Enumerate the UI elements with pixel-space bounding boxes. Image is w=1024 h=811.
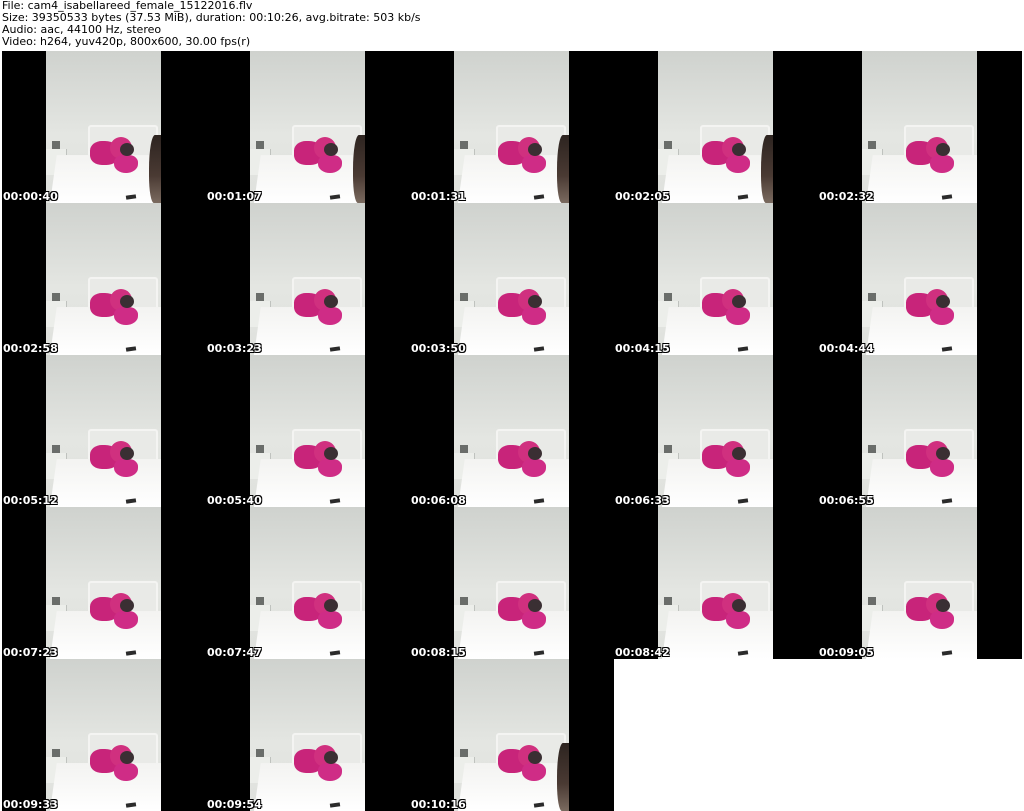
- timestamp-label: 00:09:54: [207, 798, 262, 811]
- thumbnail-frame: 00:02:58: [2, 203, 206, 355]
- timestamp-label: 00:05:12: [3, 494, 58, 507]
- timestamp-label: 00:06:33: [615, 494, 670, 507]
- thumbnail-frame: 00:09:54: [206, 659, 410, 811]
- video-frame-image: [454, 507, 569, 659]
- timestamp-label: 00:10:16: [411, 798, 466, 811]
- video-frame-image: [250, 203, 365, 355]
- timestamp-label: 00:02:05: [615, 190, 670, 203]
- thumbnail-frame: 00:09:33: [2, 659, 206, 811]
- video-frame-image: [250, 507, 365, 659]
- thumbnail-frame: 00:00:40: [2, 51, 206, 203]
- timestamp-label: 00:01:07: [207, 190, 262, 203]
- video-frame-image: [46, 355, 161, 507]
- timestamp-label: 00:06:55: [819, 494, 874, 507]
- thumbnail-frame: 00:02:05: [614, 51, 818, 203]
- thumbnail-frame: 00:06:55: [818, 355, 1022, 507]
- video-frame-image: [658, 507, 773, 659]
- thumbnail-frame: 00:03:50: [410, 203, 614, 355]
- timestamp-label: 00:00:40: [3, 190, 58, 203]
- timestamp-label: 00:08:42: [615, 646, 670, 659]
- empty-cell: [614, 659, 818, 811]
- video-frame-image: [862, 355, 977, 507]
- timestamp-label: 00:02:58: [3, 342, 58, 355]
- thumbnail-frame: 00:05:40: [206, 355, 410, 507]
- thumbnail-frame: 00:07:47: [206, 507, 410, 659]
- video-frame-image: [658, 51, 773, 203]
- thumbnail-frame: 00:03:23: [206, 203, 410, 355]
- empty-cell: [818, 659, 1022, 811]
- thumbnail-frame: 00:08:42: [614, 507, 818, 659]
- video-frame-image: [862, 203, 977, 355]
- video-frame-image: [454, 51, 569, 203]
- timestamp-label: 00:01:31: [411, 190, 466, 203]
- video-frame-image: [250, 659, 365, 811]
- thumbnail-grid: 00:00:40 00:01:07 00:01:31 00:02:05 00:02:32…: [2, 51, 1022, 811]
- thumbnail-frame: 00:06:33: [614, 355, 818, 507]
- thumbnail-frame: 00:02:32: [818, 51, 1022, 203]
- thumbnail-frame: 00:05:12: [2, 355, 206, 507]
- video-frame-image: [658, 355, 773, 507]
- thumbnail-frame: 00:01:31: [410, 51, 614, 203]
- timestamp-label: 00:08:15: [411, 646, 466, 659]
- video-frame-image: [454, 355, 569, 507]
- video-frame-image: [46, 203, 161, 355]
- video-frame-image: [454, 203, 569, 355]
- timestamp-label: 00:04:44: [819, 342, 874, 355]
- timestamp-label: 00:07:23: [3, 646, 58, 659]
- video-frame-image: [454, 659, 569, 811]
- video-frame-image: [862, 51, 977, 203]
- thumbnail-frame: 00:07:23: [2, 507, 206, 659]
- thumbnail-frame: 00:04:15: [614, 203, 818, 355]
- timestamp-label: 00:07:47: [207, 646, 262, 659]
- video-frame-image: [658, 203, 773, 355]
- timestamp-label: 00:09:05: [819, 646, 874, 659]
- video-frame-image: [46, 51, 161, 203]
- video-info-line: Video: h264, yuv420p, 800x600, 30.00 fps…: [2, 35, 251, 48]
- timestamp-label: 00:04:15: [615, 342, 670, 355]
- timestamp-label: 00:09:33: [3, 798, 58, 811]
- file-info-header: File: cam4_isabellareed_female_15122016.…: [2, 0, 1022, 50]
- thumbnail-frame: 00:10:16: [410, 659, 614, 811]
- thumbnail-frame: 00:04:44: [818, 203, 1022, 355]
- thumbnail-frame: 00:08:15: [410, 507, 614, 659]
- timestamp-label: 00:02:32: [819, 190, 874, 203]
- thumbnail-frame: 00:01:07: [206, 51, 410, 203]
- video-frame-image: [250, 355, 365, 507]
- video-frame-image: [250, 51, 365, 203]
- timestamp-label: 00:03:23: [207, 342, 262, 355]
- thumbnail-frame: 00:06:08: [410, 355, 614, 507]
- thumbnail-frame: 00:09:05: [818, 507, 1022, 659]
- timestamp-label: 00:03:50: [411, 342, 466, 355]
- video-frame-image: [46, 659, 161, 811]
- timestamp-label: 00:06:08: [411, 494, 466, 507]
- video-frame-image: [46, 507, 161, 659]
- timestamp-label: 00:05:40: [207, 494, 262, 507]
- video-frame-image: [862, 507, 977, 659]
